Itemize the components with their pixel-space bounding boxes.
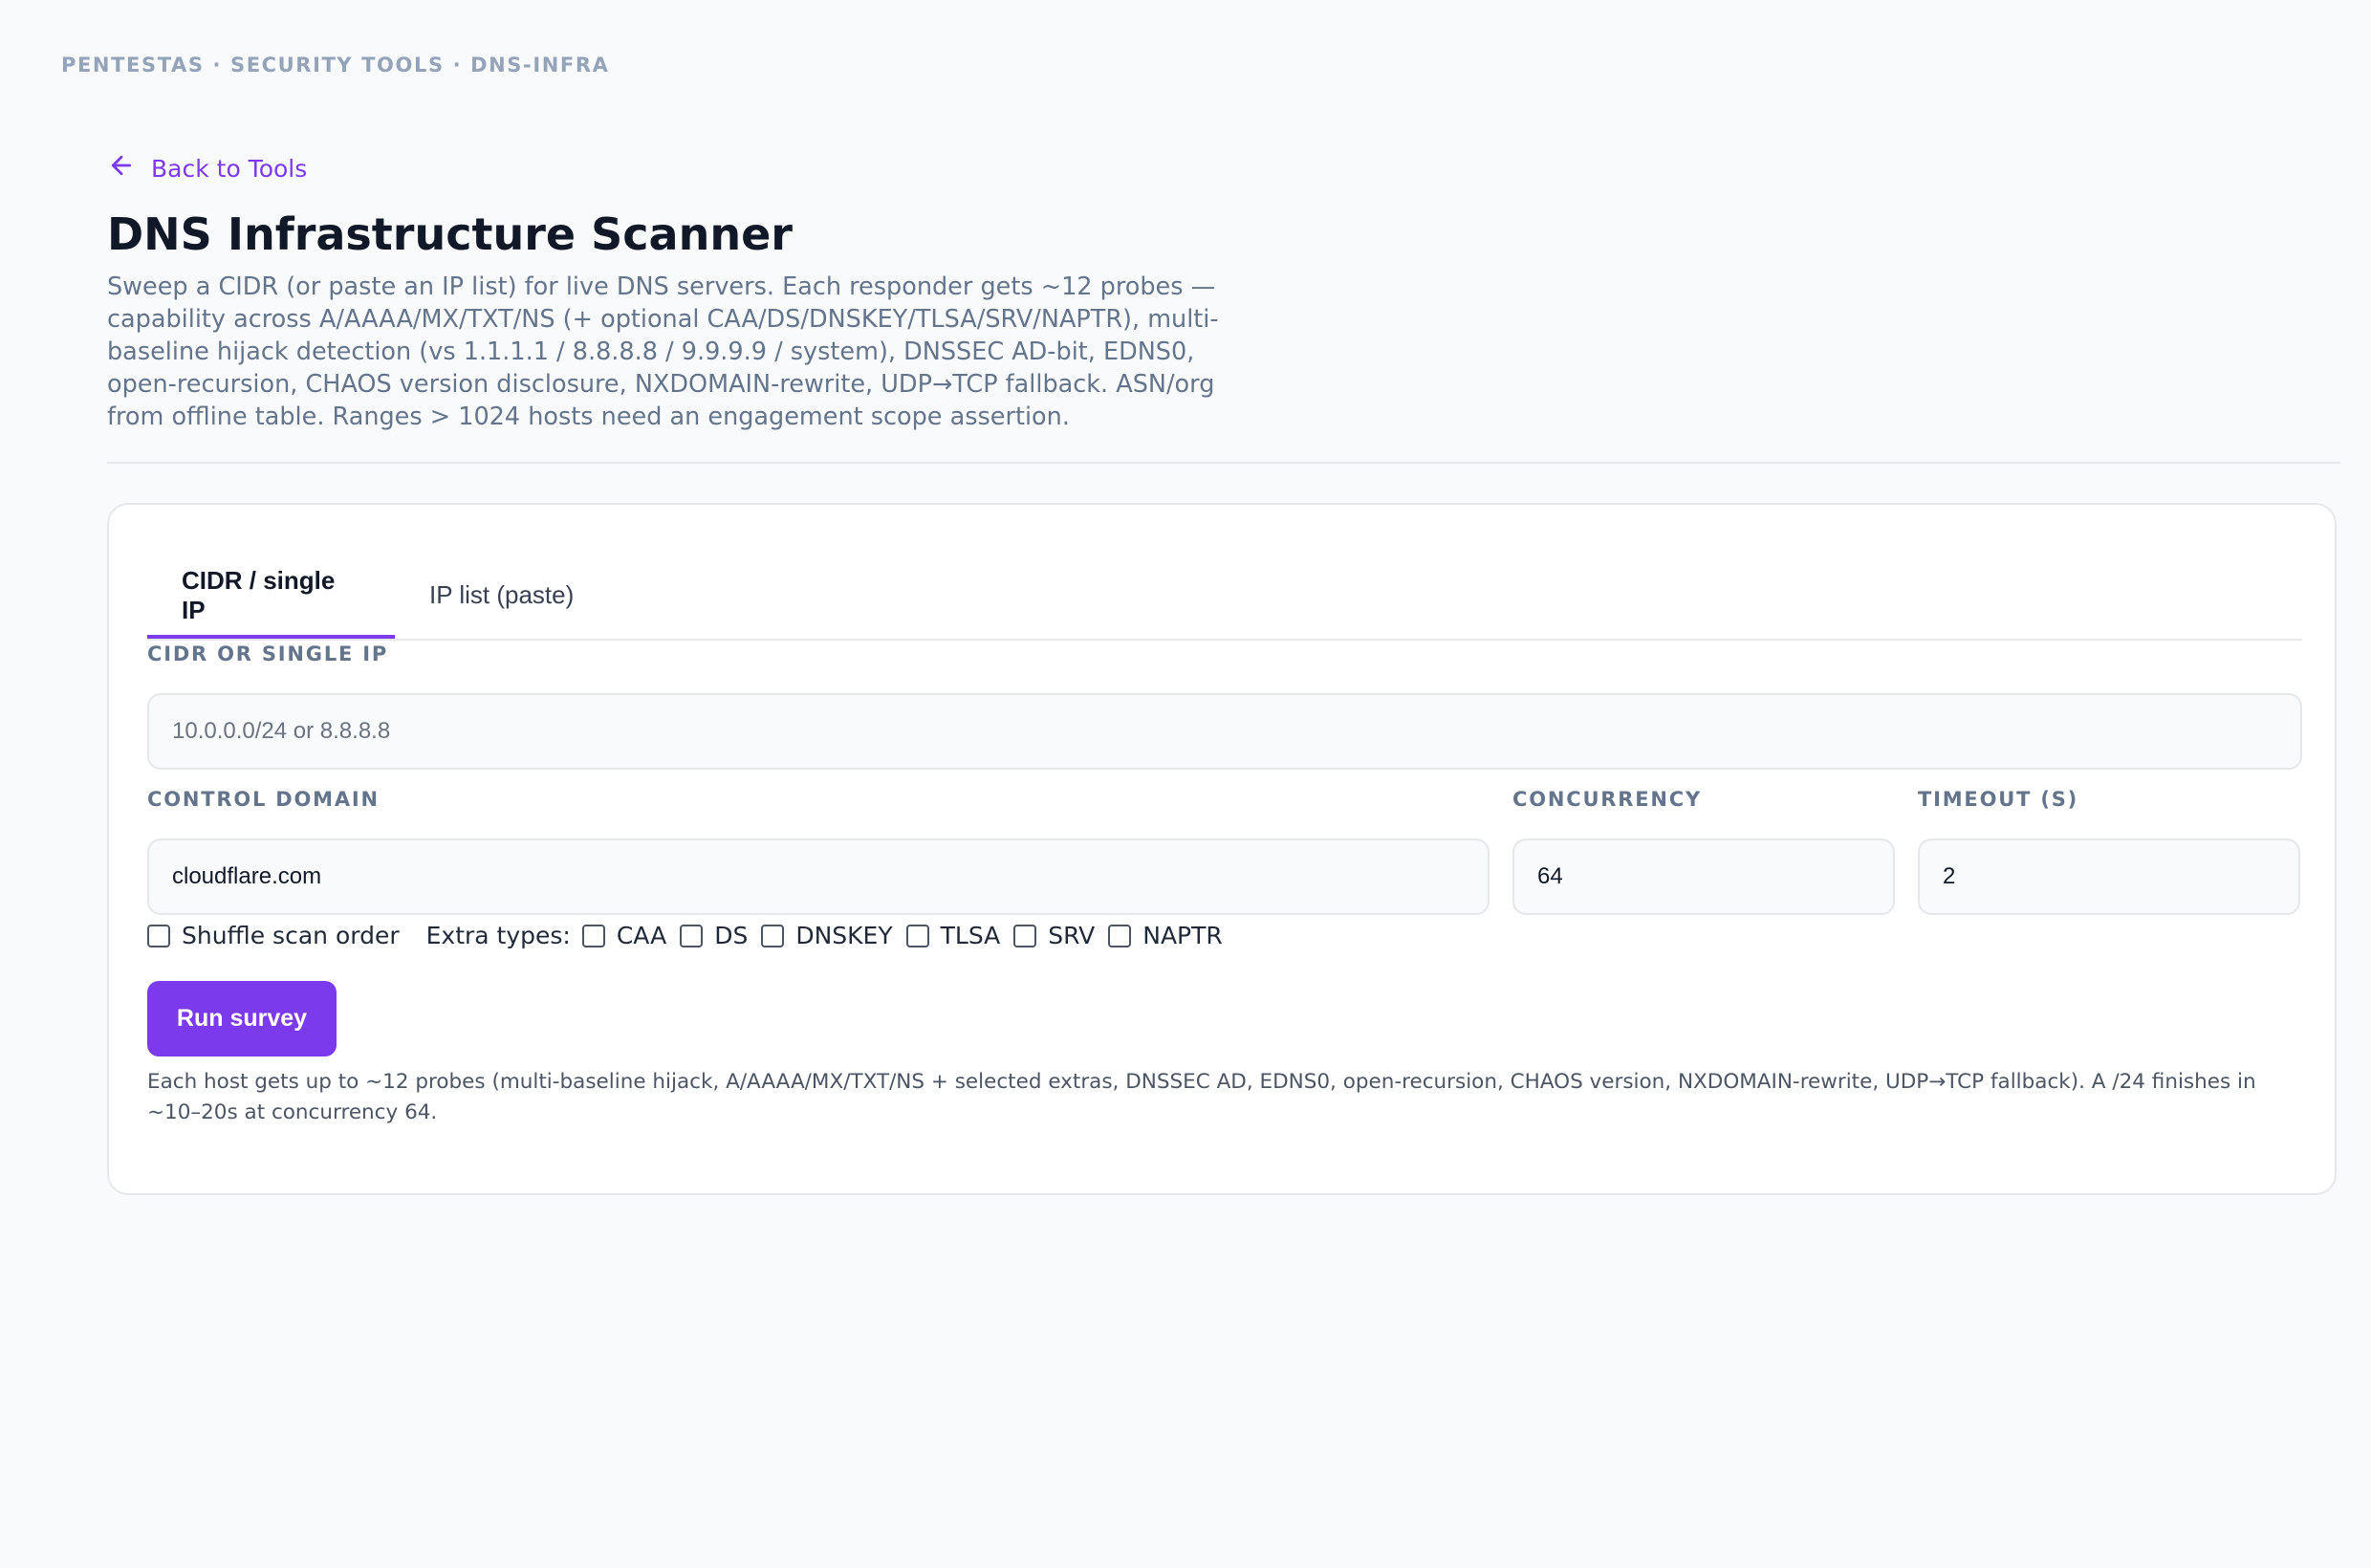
shuffle-label: Shuffle scan order [182, 922, 400, 949]
extra-type-srv-checkbox[interactable] [1013, 924, 1037, 947]
extra-type-ds-checkbox[interactable] [680, 924, 704, 947]
divider [107, 462, 2340, 464]
extra-type-dnskey-checkbox[interactable] [761, 924, 785, 947]
extra-type-naptr-label: NAPTR [1142, 922, 1223, 949]
probe-note: Each host gets up to ~12 probes (multi-b… [147, 1070, 2256, 1124]
cidr-label: CIDR OR SINGLE IP [147, 642, 389, 665]
extra-type-tlsa-label: TLSA [940, 922, 1001, 949]
extra-type-ds-label: DS [714, 922, 749, 949]
extra-type-tlsa-checkbox[interactable] [905, 924, 929, 947]
concurrency-label: CONCURRENCY [1512, 788, 1702, 811]
back-to-tools-link[interactable]: Back to Tools [107, 151, 307, 185]
control-domain-label: CONTROL DOMAIN [147, 788, 380, 811]
extra-type-srv-label: SRV [1048, 922, 1096, 949]
scanner-form-card: CIDR / single IP IP list (paste) CIDR OR… [107, 503, 2337, 1195]
extra-type-caa-checkbox[interactable] [581, 924, 605, 947]
extra-type-caa-label: CAA [616, 922, 667, 949]
timeout-label: TIMEOUT (S) [1918, 788, 2079, 811]
run-survey-button[interactable]: Run survey [147, 981, 337, 1056]
tab-cidr[interactable]: CIDR / single IP [147, 553, 395, 639]
control-domain-input[interactable] [147, 838, 1490, 915]
options-row: Shuffle scan order Extra types: CAA DS D… [147, 922, 1223, 949]
page-title: DNS Infrastructure Scanner [107, 208, 793, 260]
extra-type-naptr-checkbox[interactable] [1108, 924, 1132, 947]
extra-type-dnskey-label: DNSKEY [795, 922, 893, 949]
back-link-label: Back to Tools [151, 154, 308, 183]
tab-ip-list[interactable]: IP list (paste) [395, 553, 608, 637]
shuffle-checkbox[interactable] [147, 924, 170, 947]
timeout-input[interactable] [1918, 838, 2300, 915]
cidr-input[interactable] [147, 693, 2302, 770]
page-description: Sweep a CIDR (or paste an IP list) for l… [107, 272, 1219, 431]
concurrency-input[interactable] [1512, 838, 1895, 915]
breadcrumb: PENTESTAS · SECURITY TOOLS · DNS-INFRA [61, 54, 610, 76]
input-mode-tabs: CIDR / single IP IP list (paste) [147, 553, 2302, 641]
arrow-left-icon [107, 151, 136, 185]
extra-types-label: Extra types: [425, 922, 571, 949]
